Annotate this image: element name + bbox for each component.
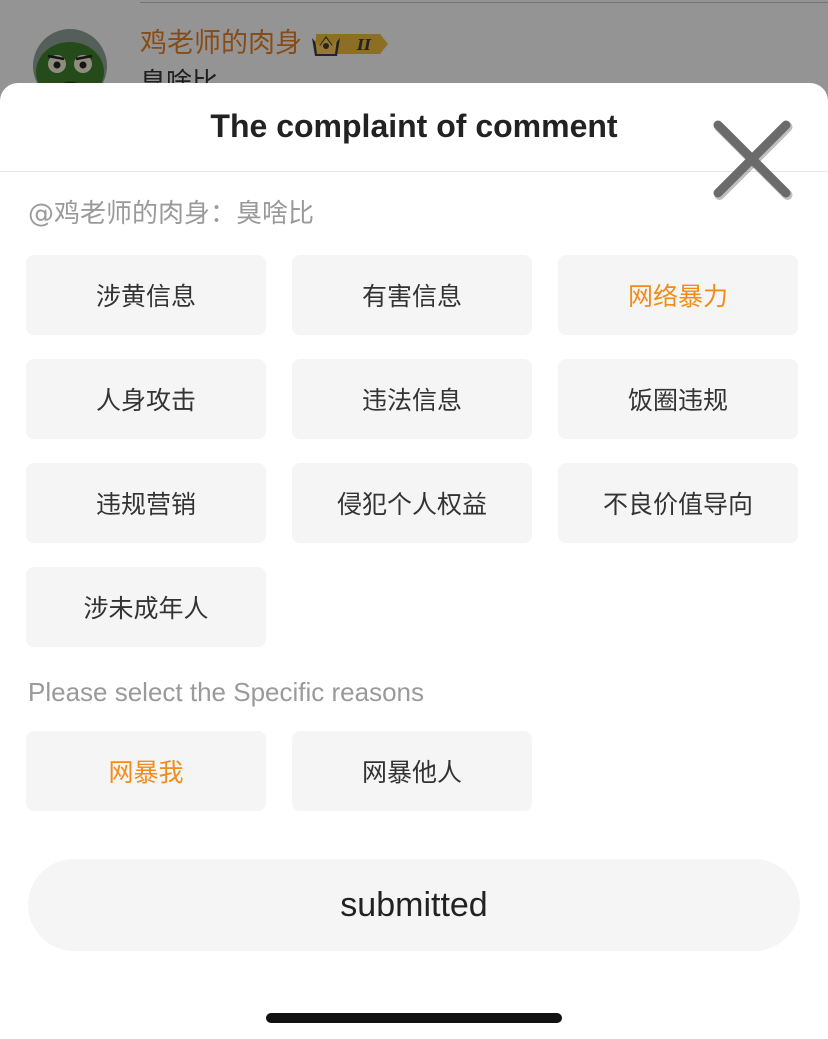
close-icon	[713, 120, 793, 200]
category-option[interactable]: 不良价值导向	[558, 463, 798, 543]
complaint-sheet: The complaint of comment @鸡老师的肉身：臭啥比 涉黄信…	[0, 83, 828, 1039]
category-option[interactable]: 人身攻击	[26, 359, 266, 439]
category-option[interactable]: 涉未成年人	[26, 567, 266, 647]
category-option-selected[interactable]: 网络暴力	[558, 255, 798, 335]
category-option[interactable]: 饭圈违规	[558, 359, 798, 439]
reason-section-title: Please select the Specific reasons	[28, 677, 424, 707]
category-option[interactable]: 违规营销	[26, 463, 266, 543]
close-button[interactable]	[706, 113, 798, 205]
category-option[interactable]: 违法信息	[292, 359, 532, 439]
reason-option-selected[interactable]: 网暴我	[26, 731, 266, 811]
sheet-header: The complaint of comment	[0, 83, 828, 172]
category-option[interactable]: 侵犯个人权益	[292, 463, 532, 543]
sheet-title: The complaint of comment	[210, 108, 618, 144]
reason-option[interactable]: 网暴他人	[292, 731, 532, 811]
complaint-target: @鸡老师的肉身：臭啥比	[28, 199, 315, 229]
submit-button[interactable]: submitted	[28, 859, 800, 951]
category-option[interactable]: 有害信息	[292, 255, 532, 335]
category-option[interactable]: 涉黄信息	[26, 255, 266, 335]
home-indicator	[266, 1013, 562, 1023]
